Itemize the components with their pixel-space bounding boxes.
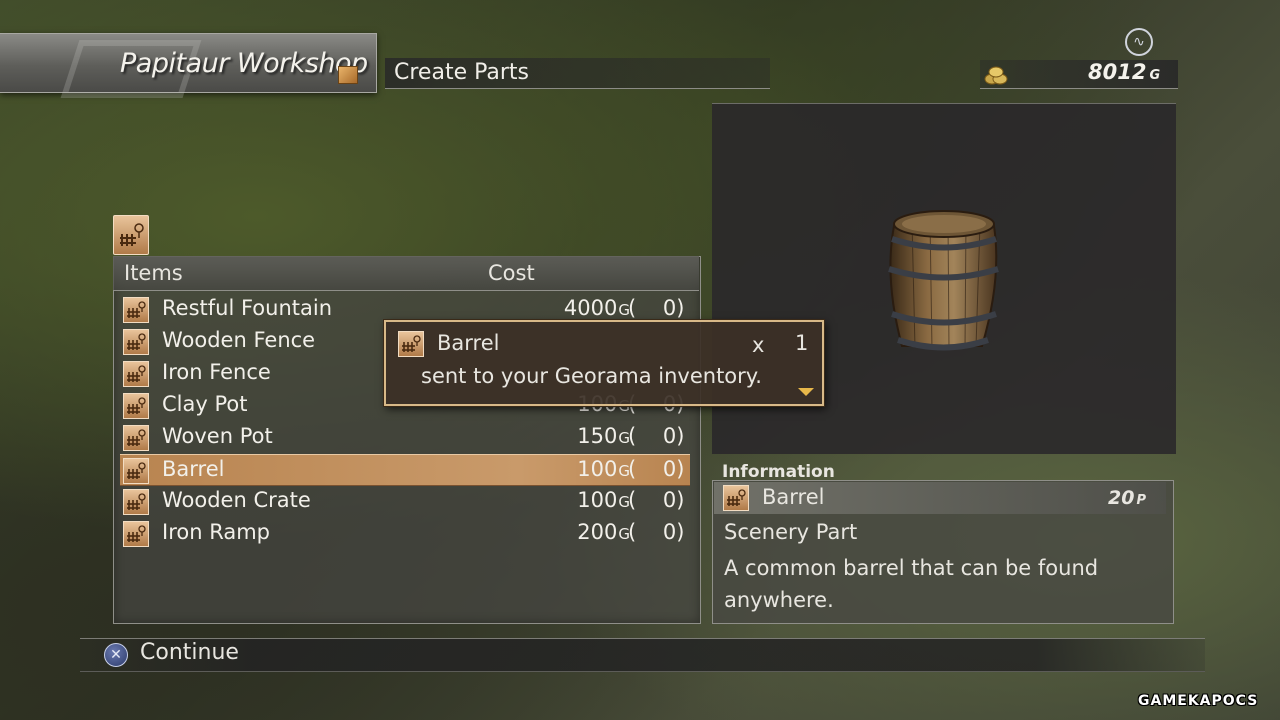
item-owned-count: ( 0) — [628, 296, 685, 320]
item-price: 4000G — [530, 296, 630, 320]
scenery-part-icon — [123, 297, 149, 323]
item-price: 200G — [530, 520, 630, 544]
item-price-value: 200 — [577, 520, 618, 544]
item-name: Wooden Fence — [162, 328, 316, 352]
scenery-part-icon — [123, 489, 149, 515]
item-price: 150G — [530, 424, 630, 448]
item-list-header — [113, 256, 699, 291]
workshop-title: Papitaur Workshop — [120, 48, 368, 79]
item-name: Iron Fence — [162, 360, 271, 384]
scenery-part-icon — [123, 521, 149, 547]
item-price-value: 4000 — [563, 296, 618, 320]
popup-message: sent to your Georama inventory. — [421, 364, 762, 388]
item-owned-count: ( 0) — [628, 457, 685, 481]
workshop-envelope-icon — [338, 66, 358, 84]
continue-label: Continue — [140, 640, 239, 665]
item-owned-count: ( 0) — [628, 424, 685, 448]
item-price-value: 100 — [577, 488, 618, 512]
popup-quantity: 1 — [795, 331, 809, 355]
scenery-part-icon — [723, 485, 749, 511]
popup-item-name: Barrel — [437, 331, 500, 355]
item-row[interactable]: Woven Pot 150G( 0) — [120, 422, 690, 454]
item-name: Clay Pot — [162, 392, 248, 416]
scenery-part-icon — [123, 425, 149, 451]
information-item-type: Scenery Part — [724, 520, 858, 544]
item-name: Iron Ramp — [162, 520, 270, 544]
section-title: Create Parts — [394, 60, 529, 85]
column-header-cost: Cost — [488, 261, 535, 285]
item-name: Restful Fountain — [162, 296, 332, 320]
information-description: A common barrel that can be found anywhe… — [724, 556, 1099, 612]
item-owned-count: ( 0) — [628, 488, 685, 512]
item-price: 100G — [530, 457, 630, 481]
item-price: 100G — [530, 488, 630, 512]
scenery-part-icon — [123, 458, 149, 484]
category-tab-scenery[interactable] — [113, 215, 149, 255]
gold-amount: 8012 G — [1088, 60, 1160, 84]
coins-icon — [984, 64, 1008, 86]
watermark: GAMEKAPOCS — [1138, 693, 1259, 709]
points-unit: P — [1136, 493, 1146, 508]
item-row[interactable]: Barrel 100G( 0) — [120, 454, 690, 486]
item-row[interactable]: Iron Ramp 200G( 0) — [120, 518, 690, 550]
cross-button-icon: ✕ — [104, 643, 128, 667]
item-row[interactable]: Wooden Crate 100G( 0) — [120, 486, 690, 518]
item-price-value: 100 — [577, 457, 618, 481]
item-price-value: 150 — [577, 424, 618, 448]
column-header-items: Items — [124, 261, 183, 285]
scenery-part-icon — [123, 361, 149, 387]
popup-next-arrow-icon[interactable] — [798, 388, 814, 396]
information-points: 20 P — [1108, 487, 1146, 509]
scenery-part-icon — [398, 331, 424, 357]
scenery-part-icon — [123, 393, 149, 419]
item-name: Wooden Crate — [162, 488, 311, 512]
item-owned-count: ( 0) — [628, 520, 685, 544]
scenery-part-icon — [123, 329, 149, 355]
gold-value: 8012 — [1088, 60, 1147, 84]
gold-unit: G — [1149, 68, 1161, 83]
points-value: 20 — [1108, 487, 1135, 509]
popup-multiply-sign: x — [752, 333, 765, 357]
information-item-name: Barrel — [762, 485, 825, 509]
information-label: Information — [722, 462, 835, 482]
footer-bar — [80, 638, 1205, 672]
item-name: Barrel — [162, 457, 225, 481]
network-status-icon: ∿ — [1125, 28, 1153, 56]
item-name: Woven Pot — [162, 424, 273, 448]
